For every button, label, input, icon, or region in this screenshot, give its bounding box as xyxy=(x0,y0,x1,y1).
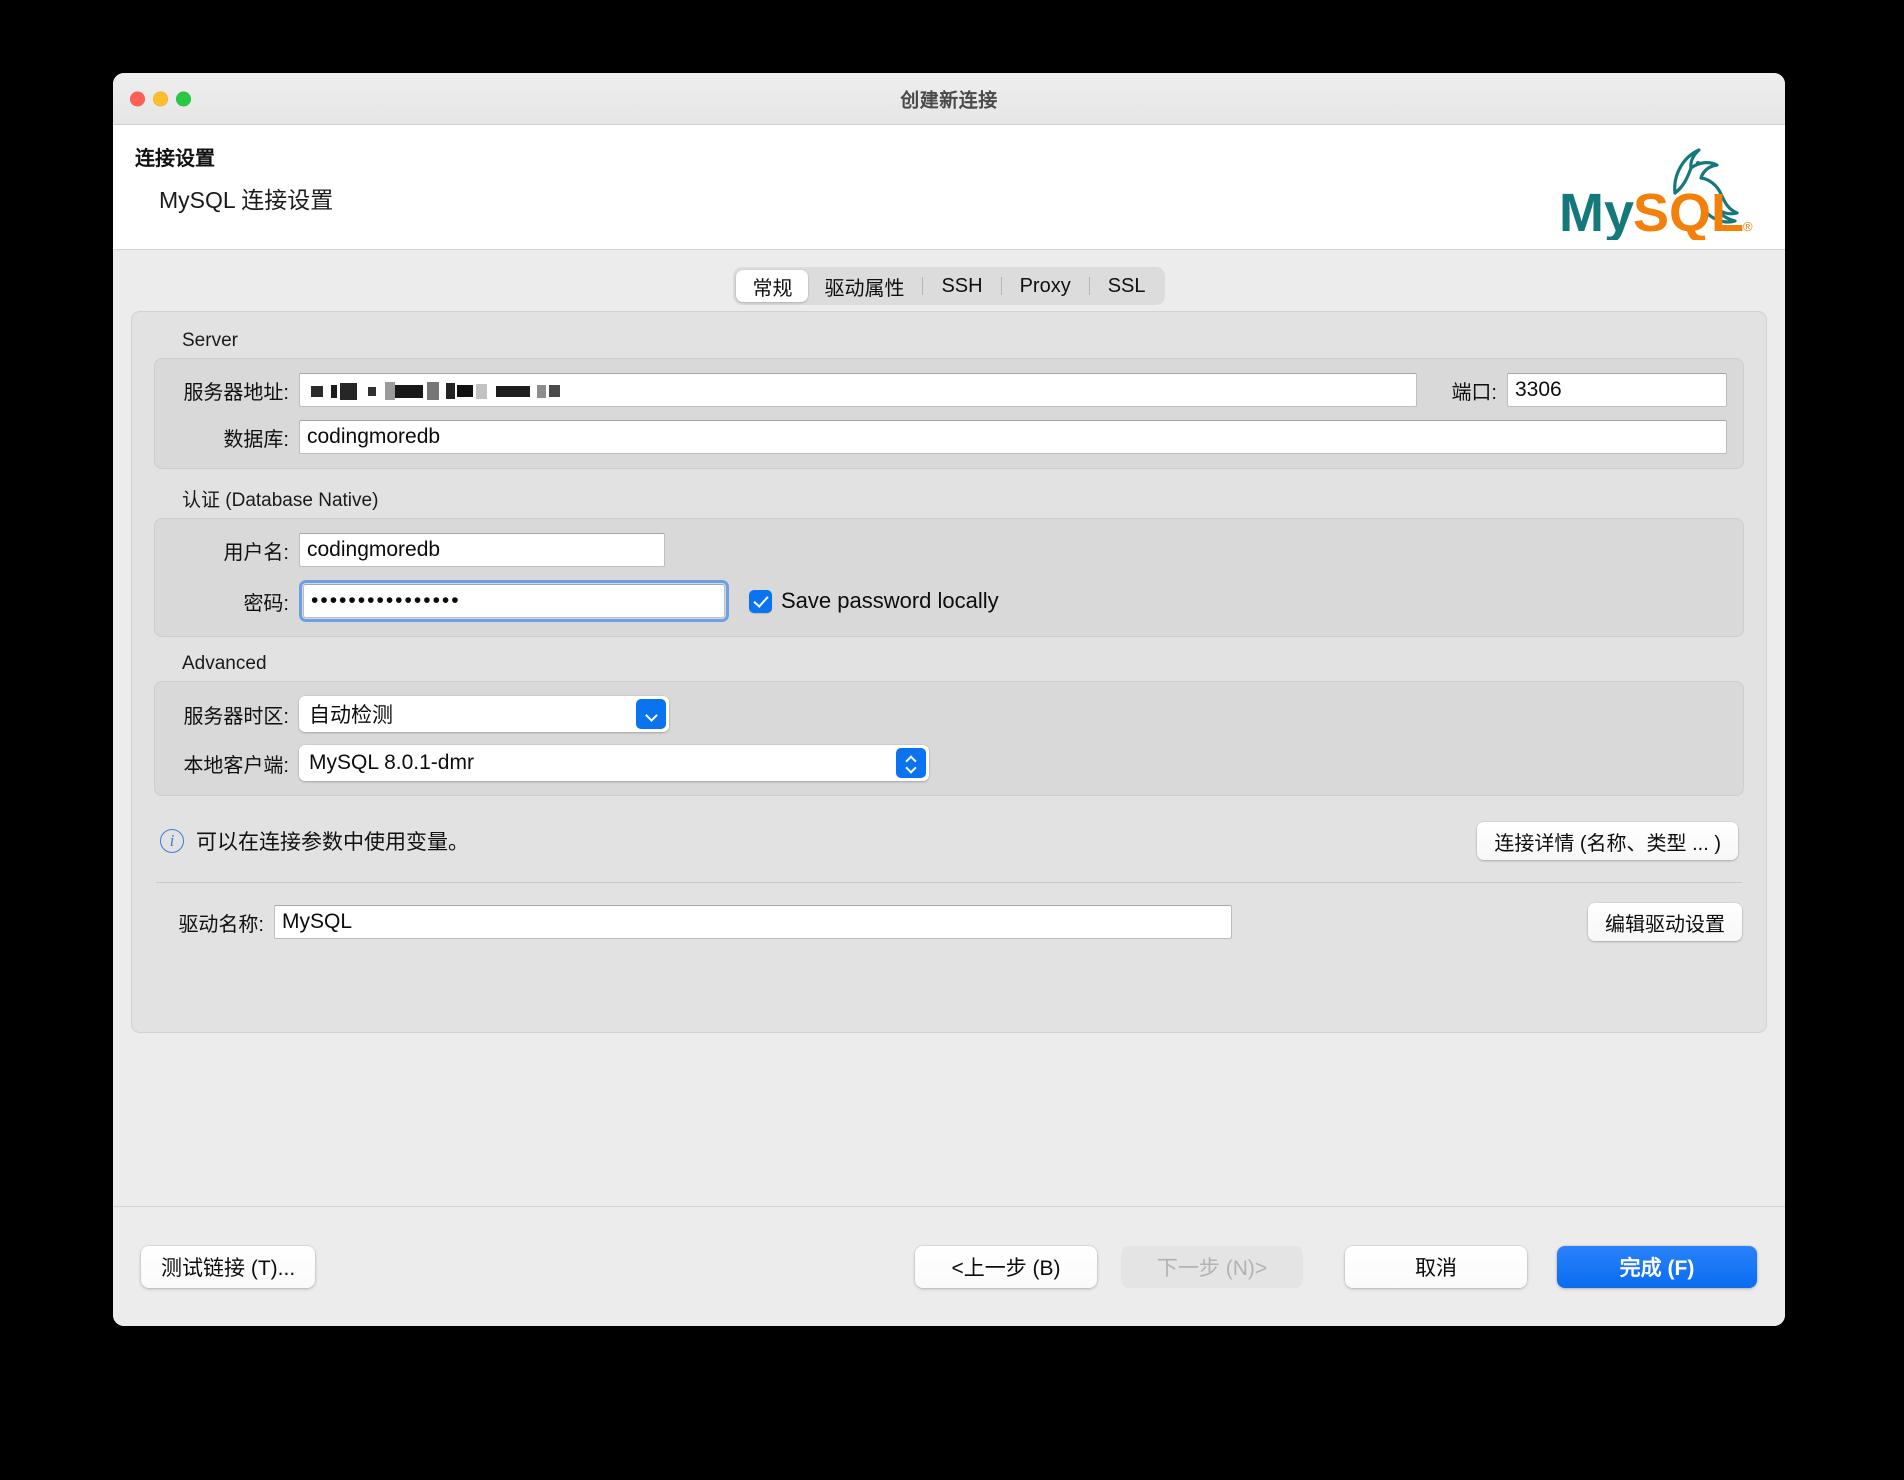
timezone-label: 服务器时区: xyxy=(171,700,299,729)
create-connection-dialog: 创建新连接 连接设置 MySQL 连接设置 My SQL ® 常规 xyxy=(113,73,1785,1326)
username-label: 用户名: xyxy=(171,536,299,565)
timezone-combobox[interactable]: 自动检测 xyxy=(299,696,669,732)
tab-ssh[interactable]: SSH xyxy=(925,270,998,302)
test-connection-button[interactable]: 测试链接 (T)... xyxy=(141,1246,315,1288)
password-input[interactable] xyxy=(303,584,725,618)
info-circle-icon: i xyxy=(160,829,184,853)
password-focus-ring xyxy=(299,580,729,622)
tab-ssl[interactable]: SSL xyxy=(1092,270,1162,302)
tab-proxy[interactable]: Proxy xyxy=(1004,270,1087,302)
host-redacted-overlay xyxy=(311,378,560,404)
password-label: 密码: xyxy=(171,587,299,616)
dialog-content: 常规 驱动属性 SSH Proxy SSL Server 服务器地址: xyxy=(113,251,1785,1206)
tab-separator xyxy=(1089,277,1090,295)
page-subtitle: MySQL 连接设置 xyxy=(159,181,333,215)
dialog-header: 连接设置 MySQL 连接设置 My SQL ® xyxy=(113,125,1785,250)
tab-general[interactable]: 常规 xyxy=(736,270,808,302)
host-label: 服务器地址: xyxy=(171,376,299,405)
tab-separator xyxy=(922,277,923,295)
advanced-group-title: Advanced xyxy=(182,653,1744,675)
password-row: 密码: Save password locally xyxy=(171,580,1727,622)
server-group: 服务器地址: xyxy=(154,358,1744,469)
panel-divider xyxy=(156,882,1742,883)
back-button[interactable]: <上一步 (B) xyxy=(915,1246,1097,1288)
driver-name-input[interactable] xyxy=(274,905,1232,939)
host-row: 服务器地址: xyxy=(171,373,1727,407)
tab-driver-properties[interactable]: 驱动属性 xyxy=(808,270,920,302)
chevron-up-down-icon[interactable] xyxy=(896,748,926,778)
local-client-popup-button[interactable]: MySQL 8.0.1-dmr xyxy=(299,745,929,781)
port-label: 端口: xyxy=(1417,376,1507,405)
page-title: 连接设置 xyxy=(135,142,215,171)
save-password-checkbox-row[interactable]: Save password locally xyxy=(749,588,999,614)
local-client-label: 本地客户端: xyxy=(171,749,299,778)
timezone-row: 服务器时区: 自动检测 xyxy=(171,696,1727,732)
tabbar: 常规 驱动属性 SSH Proxy SSL xyxy=(733,267,1164,305)
chevron-down-icon[interactable] xyxy=(636,699,666,729)
timezone-value: 自动检测 xyxy=(309,699,393,729)
auth-group: 用户名: 密码: Save password locally xyxy=(154,518,1744,637)
connection-details-button[interactable]: 连接详情 (名称、类型 ... ) xyxy=(1477,822,1738,860)
info-text: 可以在连接参数中使用变量。 xyxy=(196,826,469,856)
save-password-checkbox[interactable] xyxy=(749,590,772,613)
finish-button[interactable]: 完成 (F) xyxy=(1557,1246,1757,1288)
edit-driver-settings-button[interactable]: 编辑驱动设置 xyxy=(1588,903,1742,941)
svg-text:SQL: SQL xyxy=(1633,183,1744,240)
port-input[interactable] xyxy=(1507,373,1727,407)
dialog-footer: 测试链接 (T)... <上一步 (B) 下一步 (N)> 取消 完成 (F) xyxy=(113,1206,1785,1326)
username-input[interactable] xyxy=(299,533,665,567)
driver-row: 驱动名称: 编辑驱动设置 xyxy=(154,903,1744,941)
database-label: 数据库: xyxy=(171,423,299,452)
mysql-logo: My SQL ® xyxy=(1557,135,1757,240)
next-button: 下一步 (N)> xyxy=(1121,1246,1303,1288)
titlebar: 创建新连接 xyxy=(113,73,1785,125)
database-row: 数据库: xyxy=(171,420,1727,454)
save-password-label: Save password locally xyxy=(781,588,999,614)
username-row: 用户名: xyxy=(171,533,1727,567)
window-title: 创建新连接 xyxy=(113,85,1785,112)
advanced-group: 服务器时区: 自动检测 本地客户端: MySQL 8.0.1-dmr xyxy=(154,681,1744,796)
tab-separator xyxy=(1001,277,1002,295)
server-group-title: Server xyxy=(182,330,1744,352)
general-tab-panel: Server 服务器地址: xyxy=(131,311,1767,1033)
database-input[interactable] xyxy=(299,420,1727,454)
auth-group-title: 认证 (Database Native) xyxy=(182,485,1744,512)
info-row: i 可以在连接参数中使用变量。 连接详情 (名称、类型 ... ) xyxy=(154,822,1744,860)
svg-text:®: ® xyxy=(1743,219,1753,234)
svg-text:My: My xyxy=(1559,183,1634,240)
cancel-button[interactable]: 取消 xyxy=(1345,1246,1527,1288)
tabbar-wrapper: 常规 驱动属性 SSH Proxy SSL xyxy=(131,267,1767,305)
driver-name-label: 驱动名称: xyxy=(156,908,274,937)
local-client-row: 本地客户端: MySQL 8.0.1-dmr xyxy=(171,745,1727,781)
local-client-value: MySQL 8.0.1-dmr xyxy=(309,751,474,775)
